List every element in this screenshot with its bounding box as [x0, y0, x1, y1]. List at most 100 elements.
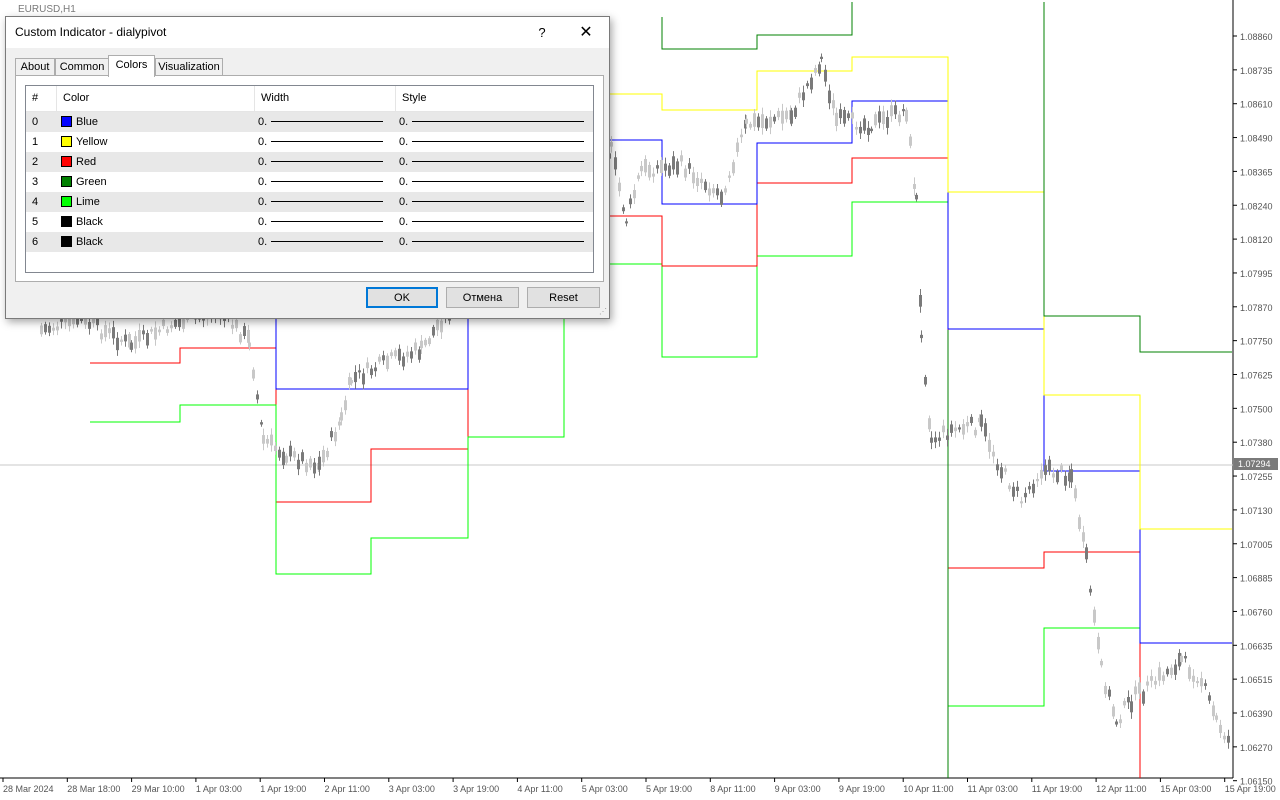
candle-body — [644, 159, 647, 173]
candle-body — [1085, 547, 1088, 560]
color-row[interactable]: 2 Red 0. 0. — [26, 152, 593, 172]
candle-body — [1219, 724, 1222, 733]
candle-body — [1215, 715, 1218, 720]
tab-colors[interactable]: Colors — [108, 55, 155, 77]
width-value[interactable]: 0. — [258, 112, 267, 132]
candle-body — [1123, 700, 1126, 706]
candle-body — [720, 191, 723, 205]
candle-body — [970, 416, 973, 423]
chart-symbol-label: EURUSD,H1 — [18, 4, 76, 15]
color-name[interactable]: Lime — [76, 192, 100, 212]
candle-body — [398, 348, 401, 361]
candle-body — [745, 118, 748, 124]
tab-about[interactable]: About — [15, 58, 55, 76]
style-value[interactable]: 0. — [399, 232, 408, 252]
style-value[interactable]: 0. — [399, 132, 408, 152]
candle-body — [1119, 719, 1122, 724]
color-swatch-icon[interactable] — [61, 176, 72, 187]
color-row[interactable]: 5 Black 0. 0. — [26, 212, 593, 232]
candle-body — [1093, 609, 1096, 623]
candle-body — [810, 77, 813, 90]
color-swatch-icon[interactable] — [61, 216, 72, 227]
price-label: 1.07500 — [1240, 404, 1273, 414]
time-label: 4 Apr 11:00 — [517, 784, 562, 794]
color-swatch-icon[interactable] — [61, 196, 72, 207]
width-value[interactable]: 0. — [258, 152, 267, 172]
candle-body — [696, 177, 699, 187]
candle-body — [282, 451, 285, 466]
width-value[interactable]: 0. — [258, 132, 267, 152]
color-name[interactable]: Black — [76, 212, 103, 232]
style-line-sample — [412, 181, 584, 182]
tab-common[interactable]: Common — [55, 58, 109, 76]
color-name[interactable]: Blue — [76, 112, 98, 132]
close-icon[interactable]: ✕ — [574, 22, 598, 44]
color-swatch-icon[interactable] — [61, 136, 72, 147]
column-color-header[interactable]: Color — [57, 86, 255, 111]
dialog-titlebar[interactable]: Custom Indicator - dialypivot ? ✕ — [6, 17, 609, 48]
color-swatch-icon[interactable] — [61, 116, 72, 127]
color-swatch-icon[interactable] — [61, 236, 72, 247]
candle-body — [301, 452, 304, 462]
candle-body — [1127, 697, 1130, 703]
cancel-button[interactable]: Отмена — [446, 287, 519, 308]
colors-list[interactable]: # Color Width Style 0 Blue 0. 0. 1 Yellow 0. 0.… — [25, 85, 594, 273]
style-value[interactable]: 0. — [399, 112, 408, 132]
color-name[interactable]: Black — [76, 232, 103, 252]
style-value[interactable]: 0. — [399, 192, 408, 212]
color-swatch-icon[interactable] — [61, 156, 72, 167]
time-label: 15 Apr 03:00 — [1160, 784, 1211, 794]
custom-indicator-dialog: Custom Indicator - dialypivot ? ✕ About … — [5, 16, 610, 319]
candle-body — [847, 113, 850, 119]
style-value[interactable]: 0. — [399, 152, 408, 172]
color-row[interactable]: 1 Yellow 0. 0. — [26, 132, 593, 152]
candle-body — [326, 451, 329, 458]
candle-body — [354, 372, 357, 383]
help-button[interactable]: ? — [530, 22, 554, 44]
column-index-header[interactable]: # — [26, 86, 57, 111]
candle-body — [832, 100, 835, 109]
candle-body — [1040, 469, 1043, 479]
time-label: 1 Apr 19:00 — [260, 784, 306, 794]
color-row[interactable]: 4 Lime 0. 0. — [26, 192, 593, 212]
candle-body — [855, 126, 858, 130]
style-value[interactable]: 0. — [399, 212, 408, 232]
candle-body — [962, 424, 965, 435]
color-name[interactable]: Green — [76, 172, 107, 192]
candle-body — [974, 429, 977, 436]
color-row[interactable]: 3 Green 0. 0. — [26, 172, 593, 192]
tab-visualization[interactable]: Visualization — [155, 58, 223, 76]
ok-button[interactable]: OK — [366, 287, 438, 308]
width-line-sample — [271, 141, 383, 142]
candle-body — [765, 118, 768, 129]
width-value[interactable]: 0. — [258, 232, 267, 252]
column-width-header[interactable]: Width — [255, 86, 396, 111]
candle-body — [610, 142, 613, 147]
color-row[interactable]: 6 Black 0. 0. — [26, 232, 593, 252]
candle-body — [749, 123, 752, 128]
reset-button[interactable]: Reset — [527, 287, 600, 308]
candle-body — [902, 109, 905, 112]
width-value[interactable]: 0. — [258, 212, 267, 232]
candle-body — [358, 370, 361, 373]
resize-grip-icon[interactable]: ⋰ — [599, 307, 607, 316]
candle-body — [728, 175, 731, 178]
candle-body — [278, 449, 281, 458]
candle-body — [44, 324, 47, 333]
color-name[interactable]: Yellow — [76, 132, 107, 152]
time-label: 5 Apr 03:00 — [582, 784, 628, 794]
color-name[interactable]: Red — [76, 152, 96, 172]
style-line-sample — [412, 221, 584, 222]
candle-body — [736, 142, 739, 152]
price-label: 1.06760 — [1240, 607, 1273, 617]
column-style-header[interactable]: Style — [396, 86, 593, 111]
candle-body — [1158, 667, 1161, 681]
candle-body — [1082, 532, 1085, 542]
color-row[interactable]: 0 Blue 0. 0. — [26, 112, 593, 132]
width-value[interactable]: 0. — [258, 192, 267, 212]
candle-body — [633, 189, 636, 199]
style-value[interactable]: 0. — [399, 172, 408, 192]
candle-body — [1208, 695, 1211, 701]
width-value[interactable]: 0. — [258, 172, 267, 192]
candle-body — [1036, 479, 1039, 482]
